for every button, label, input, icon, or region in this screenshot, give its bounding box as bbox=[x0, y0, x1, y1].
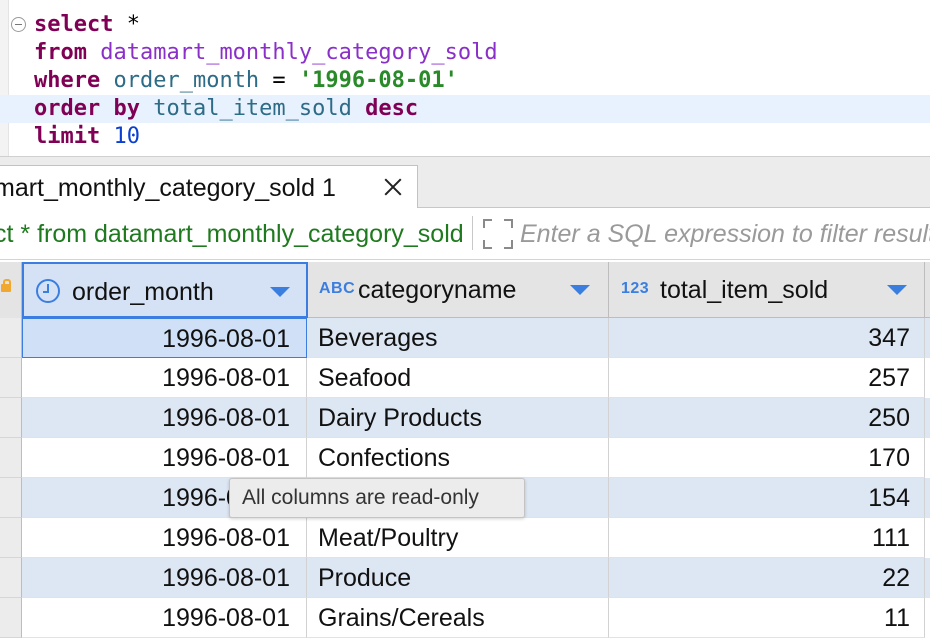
sort-dropdown-icon[interactable] bbox=[887, 285, 907, 295]
row-number-cell[interactable] bbox=[0, 358, 22, 398]
filter-input[interactable] bbox=[520, 216, 930, 252]
table-row[interactable]: 1996-08-01 Produce 22 bbox=[0, 558, 930, 598]
code-token: limit bbox=[34, 124, 101, 149]
code-token: desc bbox=[365, 96, 419, 121]
categoryname-cell[interactable]: Beverages bbox=[307, 318, 609, 358]
code-token: * bbox=[113, 12, 140, 37]
row-number-cell[interactable] bbox=[0, 318, 22, 358]
total-item-sold-cell[interactable]: 154 bbox=[609, 478, 925, 518]
categoryname-cell[interactable]: Produce bbox=[307, 558, 609, 598]
categoryname-cell[interactable]: Seafood bbox=[307, 358, 609, 398]
code-line[interactable]: where order_month = '1996-08-01' bbox=[0, 67, 930, 95]
expand-icon[interactable] bbox=[483, 219, 513, 249]
order-month-cell[interactable]: 1996-08-01 bbox=[22, 518, 307, 558]
code-token: where bbox=[34, 68, 101, 93]
code-token: from bbox=[34, 40, 87, 65]
column-label: order_month bbox=[72, 278, 214, 306]
close-icon[interactable] bbox=[382, 176, 404, 198]
table-row[interactable]: 1996-08-01 Meat/Poultry 111 bbox=[0, 518, 930, 558]
column-header-order-month[interactable]: order_month bbox=[22, 262, 308, 318]
code-line[interactable]: order by total_item_sold desc bbox=[0, 95, 930, 123]
order-month-cell[interactable]: 1996-08-01 bbox=[22, 318, 307, 358]
row-number-cell[interactable] bbox=[0, 438, 22, 478]
total-item-sold-cell[interactable]: 257 bbox=[609, 358, 925, 398]
sort-dropdown-icon[interactable] bbox=[570, 285, 590, 295]
filter-divider bbox=[472, 216, 473, 250]
table-row[interactable]: 1996-08-01 Beverages 347 bbox=[0, 318, 930, 358]
total-item-sold-cell[interactable]: 347 bbox=[609, 318, 925, 358]
code-line[interactable]: select * bbox=[0, 11, 930, 39]
tab-results[interactable]: mart_monthly_category_sold 1 bbox=[0, 165, 418, 209]
code-line[interactable]: from datamart_monthly_category_sold bbox=[0, 39, 930, 67]
categoryname-cell[interactable]: Confections bbox=[307, 438, 609, 478]
row-number-cell[interactable] bbox=[0, 558, 22, 598]
row-number-cell[interactable] bbox=[0, 478, 22, 518]
categoryname-cell[interactable]: Grains/Cereals bbox=[307, 598, 609, 638]
order-month-cell[interactable]: 1996-08-01 bbox=[22, 438, 307, 478]
total-item-sold-cell[interactable]: 22 bbox=[609, 558, 925, 598]
executed-query-text[interactable]: ct * from datamart_monthly_category_sold… bbox=[0, 220, 468, 249]
results-tab-bar: mart_monthly_category_sold 1 bbox=[0, 156, 930, 209]
lock-icon bbox=[1, 279, 11, 292]
order-month-cell[interactable]: 1996-08-01 bbox=[22, 598, 307, 638]
code-token: order by bbox=[34, 96, 140, 121]
result-grid: order_month ABC categoryname 123 total_i… bbox=[0, 262, 930, 644]
row-number-cell[interactable] bbox=[0, 598, 22, 638]
numeric-type-icon: 123 bbox=[621, 280, 650, 297]
total-item-sold-cell[interactable]: 111 bbox=[609, 518, 925, 558]
code-token: = bbox=[259, 68, 299, 93]
code-token: '1996-08-01' bbox=[298, 68, 458, 93]
order-month-cell[interactable]: 1996-08-01 bbox=[22, 558, 307, 598]
code-token: 10 bbox=[113, 124, 140, 149]
clock-icon bbox=[36, 279, 60, 303]
code-token: select bbox=[34, 12, 114, 37]
row-number-header[interactable] bbox=[0, 262, 22, 318]
column-label: categoryname bbox=[358, 276, 517, 304]
filter-bar: ct * from datamart_monthly_category_sold… bbox=[0, 208, 930, 260]
categoryname-cell[interactable]: Meat/Poultry bbox=[307, 518, 609, 558]
column-header-categoryname[interactable]: ABC categoryname bbox=[308, 262, 609, 318]
column-header-total-item-sold[interactable]: 123 total_item_sold bbox=[609, 262, 925, 318]
code-line[interactable]: limit 10 bbox=[0, 123, 930, 151]
row-number-cell[interactable] bbox=[0, 518, 22, 558]
read-only-tooltip: All columns are read-only bbox=[229, 478, 525, 518]
abc-type-icon: ABC bbox=[319, 280, 356, 297]
row-number-cell[interactable] bbox=[0, 398, 22, 438]
table-row[interactable]: 1996-08-01 Grains/Cereals 11 bbox=[0, 598, 930, 638]
total-item-sold-cell[interactable]: 170 bbox=[609, 438, 925, 478]
sort-dropdown-icon[interactable] bbox=[270, 287, 290, 297]
code-token: datamart_monthly_category_sold bbox=[100, 40, 498, 65]
tab-results-label: mart_monthly_category_sold 1 bbox=[0, 174, 336, 202]
grid-header: order_month ABC categoryname 123 total_i… bbox=[0, 262, 930, 318]
total-item-sold-cell[interactable]: 250 bbox=[609, 398, 925, 438]
sql-editor[interactable]: select * from datamart_monthly_category_s… bbox=[0, 0, 930, 156]
order-month-cell[interactable]: 1996-08-01 bbox=[22, 358, 307, 398]
code-token: total_item_sold bbox=[153, 96, 352, 121]
table-row[interactable]: 1996-08-01 Confections 170 bbox=[0, 438, 930, 478]
code-token: order_month bbox=[113, 68, 260, 93]
table-row[interactable]: 1996-08-01 Dairy Products 250 bbox=[0, 398, 930, 438]
categoryname-cell[interactable]: Dairy Products bbox=[307, 398, 609, 438]
table-row[interactable]: 1996-08-01 Seafood 257 bbox=[0, 358, 930, 398]
total-item-sold-cell[interactable]: 11 bbox=[609, 598, 925, 638]
column-label: total_item_sold bbox=[660, 276, 829, 304]
order-month-cell[interactable]: 1996-08-01 bbox=[22, 398, 307, 438]
